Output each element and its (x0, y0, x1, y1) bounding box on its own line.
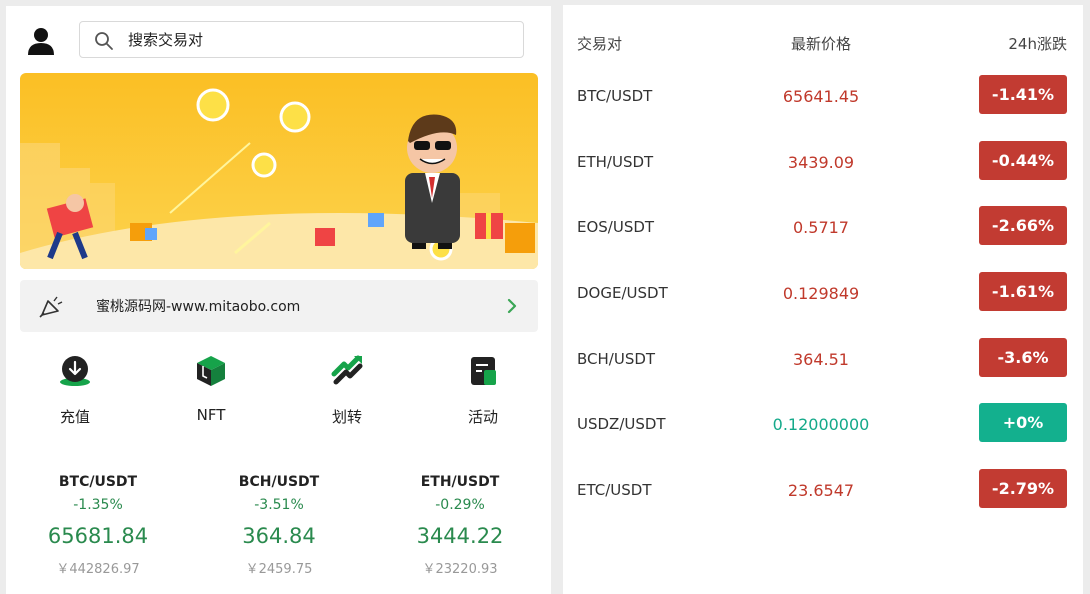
quick-menu-label: NFT (196, 406, 226, 424)
market-row[interactable]: ETH/USDT 3439.09 -0.44% (563, 141, 1083, 181)
change-badge: -1.41% (979, 75, 1067, 114)
change-badge: -2.79% (979, 469, 1067, 508)
businessman-illustration (405, 114, 460, 249)
quick-menu-label: 充值 (59, 408, 90, 426)
change-badge: -1.61% (979, 272, 1067, 311)
search-box[interactable] (79, 21, 524, 58)
quick-menu-label: 活动 (467, 408, 498, 426)
ticker-price: 3444.22 (416, 524, 504, 548)
change-badge: -3.6% (979, 338, 1067, 377)
change-badge: -0.44% (979, 141, 1067, 180)
ticker-change: -3.51% (254, 497, 304, 513)
column-header-price[interactable]: 最新价格 (723, 33, 919, 54)
market-pair: ETC/USDT (577, 481, 652, 499)
market-price: 0.129849 (782, 284, 860, 303)
market-price: 65641.45 (782, 87, 860, 106)
quick-menu-deposit[interactable]: 充值 (35, 352, 115, 442)
ticker-pair: BTC/USDT (58, 474, 138, 490)
market-pair: BTC/USDT (577, 87, 653, 105)
change-badge: +0% (979, 403, 1067, 442)
ticker-pair: BCH/USDT (238, 474, 320, 490)
home-panel: 蜜桃源码网-www.mitaobo.com 充值 NFT 划转 (6, 6, 551, 594)
market-pair: ETH/USDT (577, 153, 654, 171)
market-row[interactable]: EOS/USDT 0.5717 -2.66% (563, 206, 1083, 246)
quick-menu-nft[interactable]: NFT (171, 352, 251, 442)
ticker-price: 65681.84 (47, 524, 149, 548)
search-input[interactable] (128, 28, 508, 52)
market-row[interactable]: USDZ/USDT 0.12000000 +0% (563, 403, 1083, 443)
chevron-right-icon[interactable] (506, 298, 518, 314)
ticker-change: -0.29% (435, 497, 485, 513)
market-row[interactable]: BTC/USDT 65641.45 -1.41% (563, 75, 1083, 115)
ticker-pair: ETH/USDT (420, 474, 500, 490)
market-price: 0.12000000 (772, 415, 870, 434)
ticker-card-bch[interactable]: BCH/USDT -3.51% 364.84 ￥2459.75 (199, 474, 359, 577)
ticker-cny-price: ￥442826.97 (56, 562, 140, 577)
market-price: 23.6547 (787, 481, 855, 500)
market-row[interactable]: ETC/USDT 23.6547 -2.79% (563, 469, 1083, 509)
ticker-card-eth[interactable]: ETH/USDT -0.29% 3444.22 ￥23220.93 (380, 474, 540, 577)
change-badge: -2.66% (979, 206, 1067, 245)
market-panel: 交易对 最新价格 24h涨跌 BTC/USDT 65641.45 -1.41% … (563, 5, 1083, 594)
column-header-pair[interactable]: 交易对 (577, 33, 622, 54)
transfer-icon (331, 355, 363, 385)
market-price: 0.5717 (793, 218, 849, 237)
market-pair: USDZ/USDT (577, 415, 666, 433)
ticker-cny-price: ￥2459.75 (245, 562, 313, 577)
market-price: 364.51 (793, 350, 849, 369)
column-header-change[interactable]: 24h涨跌 (1008, 33, 1067, 54)
market-pair: EOS/USDT (577, 218, 655, 236)
ticker-price: 364.84 (242, 524, 316, 548)
ticker-card-btc[interactable]: BTC/USDT -1.35% 65681.84 ￥442826.97 (18, 474, 178, 577)
deposit-icon (60, 356, 90, 386)
announcement-bar[interactable]: 蜜桃源码网-www.mitaobo.com (20, 280, 538, 332)
market-row[interactable]: BCH/USDT 364.51 -3.6% (563, 338, 1083, 378)
nft-cube-icon (197, 356, 225, 386)
ticker-cny-price: ￥23220.93 (422, 562, 498, 577)
user-icon[interactable] (26, 26, 56, 56)
market-price: 3439.09 (787, 153, 855, 172)
activity-icon (471, 357, 496, 385)
quick-menu-label: 划转 (331, 408, 362, 426)
quick-menu-transfer[interactable]: 划转 (307, 352, 387, 442)
megaphone-icon (39, 296, 63, 318)
market-pair: DOGE/USDT (577, 284, 668, 302)
promo-banner[interactable] (20, 73, 538, 269)
market-pair: BCH/USDT (577, 350, 656, 368)
ticker-change: -1.35% (73, 497, 123, 513)
announcement-text: 蜜桃源码网-www.mitaobo.com (96, 299, 301, 315)
search-icon (95, 32, 113, 50)
market-row[interactable]: DOGE/USDT 0.129849 -1.61% (563, 272, 1083, 312)
quick-menu-activity[interactable]: 活动 (443, 352, 523, 442)
